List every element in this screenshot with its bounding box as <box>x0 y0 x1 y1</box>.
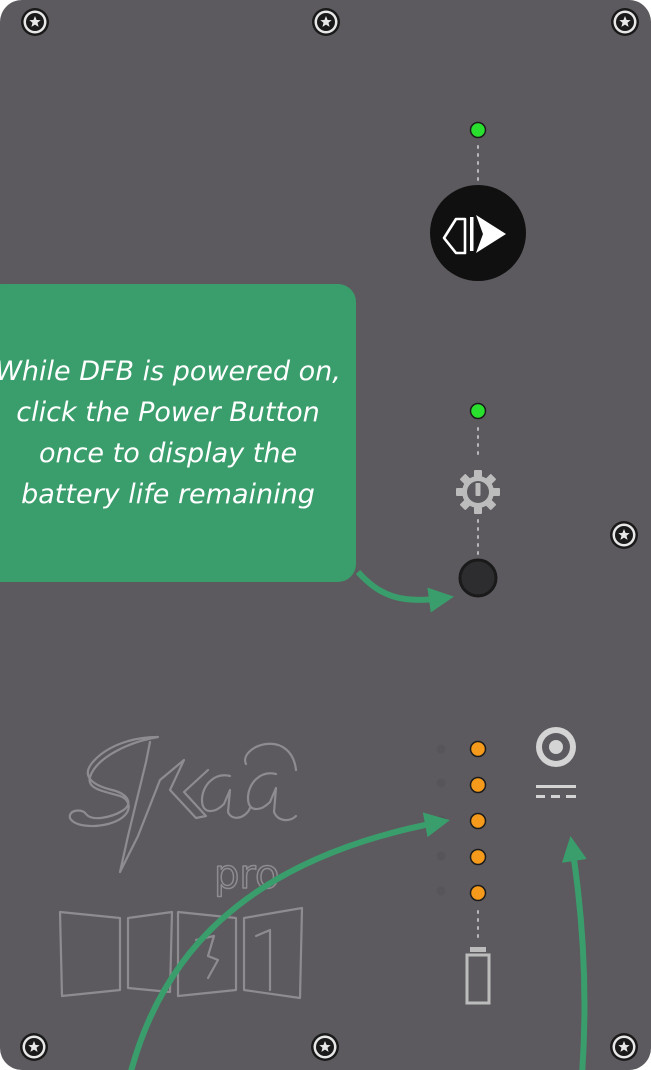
callout-text: While DFB is powered on, click the Power… <box>0 356 341 510</box>
mode-status-led <box>469 121 487 139</box>
power-button[interactable] <box>458 558 498 598</box>
screw-icon <box>21 8 49 36</box>
screw-icon <box>611 8 639 36</box>
screw-icon <box>312 8 340 36</box>
logo-pro-text: pro <box>214 852 279 898</box>
power-status-led <box>469 402 487 420</box>
battery-led <box>469 884 487 902</box>
battery-led <box>469 776 487 794</box>
battery-led <box>469 740 487 758</box>
instruction-callout: While DFB is powered on, click the Power… <box>0 284 356 582</box>
screw-icon <box>311 1033 339 1061</box>
screw-icon <box>610 521 638 549</box>
battery-led <box>469 812 487 830</box>
battery-led <box>469 848 487 866</box>
screw-icon <box>20 1033 48 1061</box>
power-gear-icon <box>456 470 500 514</box>
screw-icon <box>610 1033 638 1061</box>
bluetooth-mode-icon[interactable] <box>430 185 526 281</box>
